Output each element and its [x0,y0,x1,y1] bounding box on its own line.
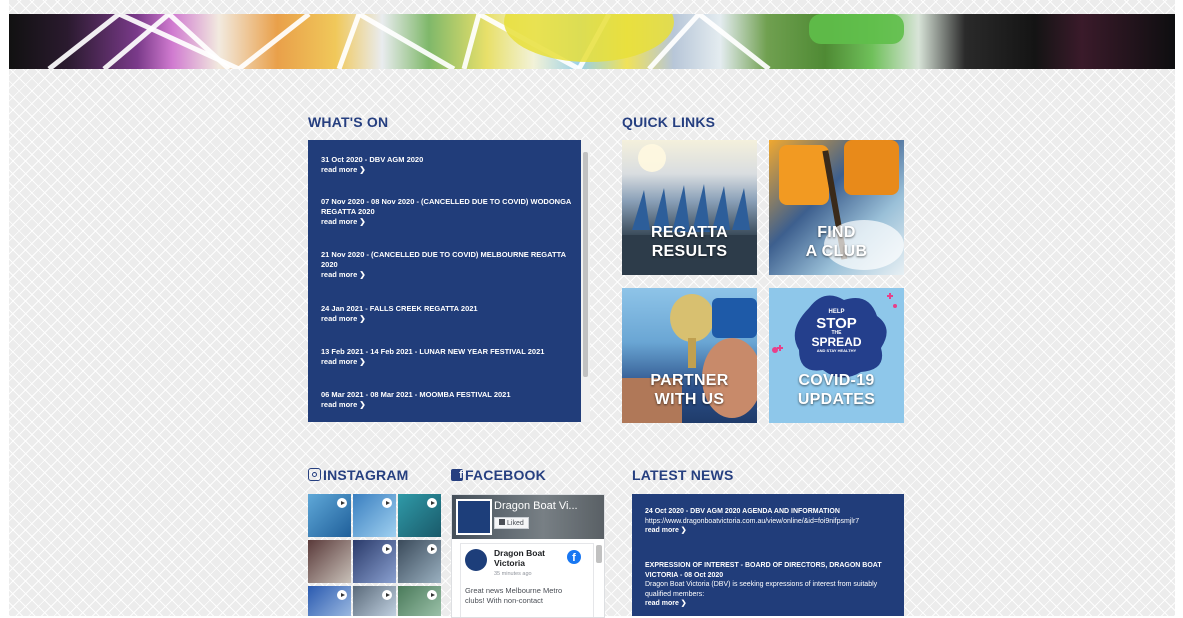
quick-link-find-a-club[interactable]: FIND A CLUB [769,140,904,275]
quick-links-heading: QUICK LINKS [622,114,716,130]
like-icon [499,519,505,525]
news-body: Dragon Boat Victoria (DBV) is seeking ex… [645,581,878,598]
tile-label: PARTNER WITH US [650,372,729,408]
quick-link-regatta-results[interactable]: REGATTA RESULTS [622,140,757,275]
instagram-icon [308,468,321,481]
whats-on-heading: WHAT'S ON [308,114,389,130]
post-avatar [465,549,487,571]
tile-label: FIND A CLUB [805,224,868,260]
instagram-post[interactable] [353,540,396,583]
event-item[interactable]: 31 Oct 2020 - DBV AGM 2020 read more ❯ [321,155,573,175]
tile-label: REGATTA RESULTS [650,224,729,260]
video-icon [427,498,437,508]
header-banner [9,14,1175,69]
event-item[interactable]: 06 Mar 2021 - 08 Mar 2021 - MOOMBA FESTI… [321,390,573,410]
facebook-logo-icon: f [567,550,581,564]
instagram-heading: INSTAGRAM [308,467,409,483]
post-author[interactable]: Dragon Boat Victoria [494,548,562,568]
read-more-link[interactable]: read more ❯ [645,527,687,534]
event-title: 21 Nov 2020 - (CANCELLED DUE TO COVID) M… [321,250,566,269]
latest-news-heading: LATEST NEWS [632,467,734,483]
instagram-post[interactable] [308,540,351,583]
video-icon [337,498,347,508]
event-item[interactable]: 21 Nov 2020 - (CANCELLED DUE TO COVID) M… [321,250,573,280]
instagram-post[interactable] [398,586,441,616]
instagram-post[interactable] [308,586,351,616]
covid-badge-text: HELP STOP THE SPREAD AND STAY HEALTHY [811,309,862,353]
page-logo [456,499,492,535]
read-more-link[interactable]: read more ❯ [645,600,687,607]
news-body: https://www.dragonboatvictoria.com.au/vi… [645,517,860,525]
facebook-cover: Dragon Boat Vi... Liked [452,495,604,539]
event-title: 06 Mar 2021 - 08 Mar 2021 - MOOMBA FESTI… [321,390,511,399]
facebook-heading: f FACEBOOK [451,467,546,483]
news-title: EXPRESSION OF INTEREST - BOARD OF DIRECT… [645,562,882,579]
event-item[interactable]: 13 Feb 2021 - 14 Feb 2021 - LUNAR NEW YE… [321,347,573,367]
events-scrollbar[interactable] [581,140,590,422]
facebook-icon: f [451,469,463,481]
tile-label: COVID-19 UPDATES [797,372,876,408]
quick-link-partner-with-us[interactable]: PARTNER WITH US [622,288,757,423]
post-text: Great news Melbourne Metro clubs! With n… [465,586,563,605]
news-panel: 24 Oct 2020 - DBV AGM 2020 AGENDA AND IN… [632,494,904,616]
instagram-post[interactable] [398,494,441,537]
instagram-post[interactable] [353,494,396,537]
scrollbar-thumb[interactable] [583,152,588,377]
post-time: 35 minutes ago [494,571,532,577]
read-more-link[interactable]: read more ❯ [321,314,573,324]
video-icon [427,544,437,554]
video-icon [382,590,392,600]
event-item[interactable]: 24 Jan 2021 - FALLS CREEK REGATTA 2021 r… [321,304,573,324]
instagram-post[interactable] [353,586,396,616]
read-more-link[interactable]: read more ❯ [321,357,573,367]
liked-button[interactable]: Liked [494,517,529,529]
events-panel: 31 Oct 2020 - DBV AGM 2020 read more ❯ 0… [308,140,590,422]
video-icon [382,544,392,554]
facebook-page-name[interactable]: Dragon Boat Vi... [494,500,578,512]
read-more-link[interactable]: read more ❯ [321,217,573,227]
quick-link-covid-updates[interactable]: HELP STOP THE SPREAD AND STAY HEALTHY CO… [769,288,904,423]
facebook-scrollbar[interactable] [596,545,602,563]
video-icon [337,590,347,600]
event-item[interactable]: 07 Nov 2020 - 08 Nov 2020 - (CANCELLED D… [321,197,573,227]
event-title: 31 Oct 2020 - DBV AGM 2020 [321,155,424,164]
news-item[interactable]: 24 Oct 2020 - DBV AGM 2020 AGENDA AND IN… [645,507,895,536]
event-title: 24 Jan 2021 - FALLS CREEK REGATTA 2021 [321,304,478,313]
banner-lattice [47,14,904,69]
facebook-post: Dragon Boat Victoria 35 minutes ago f Gr… [460,543,594,617]
read-more-link[interactable]: read more ❯ [321,270,573,280]
instagram-post[interactable] [398,540,441,583]
read-more-link[interactable]: read more ❯ [321,165,573,175]
video-icon [427,590,437,600]
read-more-link[interactable]: read more ❯ [321,400,573,410]
instagram-post[interactable] [308,494,351,537]
facebook-widget: Dragon Boat Vi... Liked Dragon Boat Vict… [451,494,605,618]
news-title: 24 Oct 2020 - DBV AGM 2020 AGENDA AND IN… [645,508,840,515]
event-title: 13 Feb 2021 - 14 Feb 2021 - LUNAR NEW YE… [321,347,545,356]
event-title: 07 Nov 2020 - 08 Nov 2020 - (CANCELLED D… [321,197,572,216]
news-item[interactable]: EXPRESSION OF INTEREST - BOARD OF DIRECT… [645,561,895,609]
video-icon [382,498,392,508]
